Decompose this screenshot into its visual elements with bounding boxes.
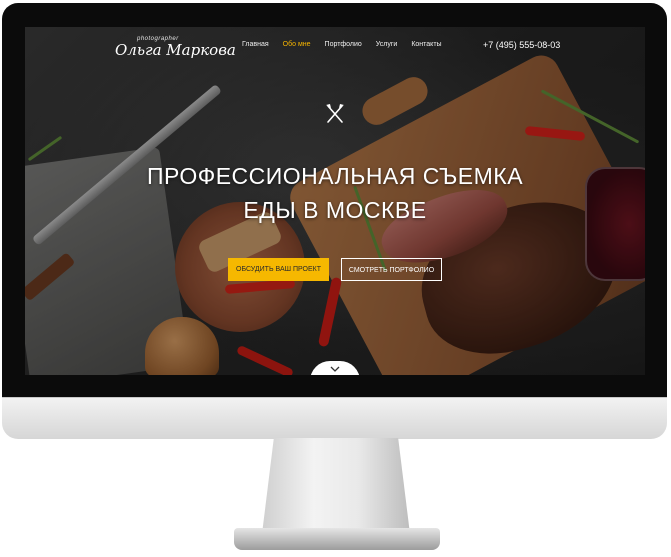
main-nav: Главная Обо мне Портфолио Услуги Контакт…	[242, 41, 456, 48]
fork-knife-icon	[326, 104, 344, 123]
monitor-chin	[2, 397, 667, 439]
discuss-project-button[interactable]: Обсудить ваш проект	[228, 258, 329, 281]
view-portfolio-button[interactable]: Смотреть портфолио	[341, 258, 442, 281]
nav-item-contacts[interactable]: Контакты	[411, 41, 441, 48]
hero-title: ПРОФЕССИОНАЛЬНАЯ СЪЕМКА ЕДЫ В МОСКВЕ	[25, 159, 645, 227]
imac-monitor: photographer Ольга Маркова Главная Обо м…	[0, 0, 671, 550]
monitor-stand-base	[234, 528, 440, 550]
monitor-stand	[262, 438, 410, 534]
logo-name: Ольга Маркова	[115, 41, 236, 59]
hero-title-line2: ЕДЫ В МОСКВЕ	[243, 197, 427, 223]
nav-item-about[interactable]: Обо мне	[283, 41, 311, 48]
hero-title-line1: ПРОФЕССИОНАЛЬНАЯ СЪЕМКА	[146, 163, 524, 189]
website-screen: photographer Ольга Маркова Главная Обо м…	[25, 27, 645, 375]
nav-item-home[interactable]: Главная	[242, 41, 269, 48]
phone-number[interactable]: +7 (495) 555-08-03	[483, 40, 560, 50]
site-logo[interactable]: photographer Ольга Маркова	[115, 33, 236, 63]
chevron-down-icon[interactable]	[329, 364, 341, 374]
nav-item-services[interactable]: Услуги	[376, 41, 398, 48]
nav-item-portfolio[interactable]: Портфолио	[325, 41, 362, 48]
